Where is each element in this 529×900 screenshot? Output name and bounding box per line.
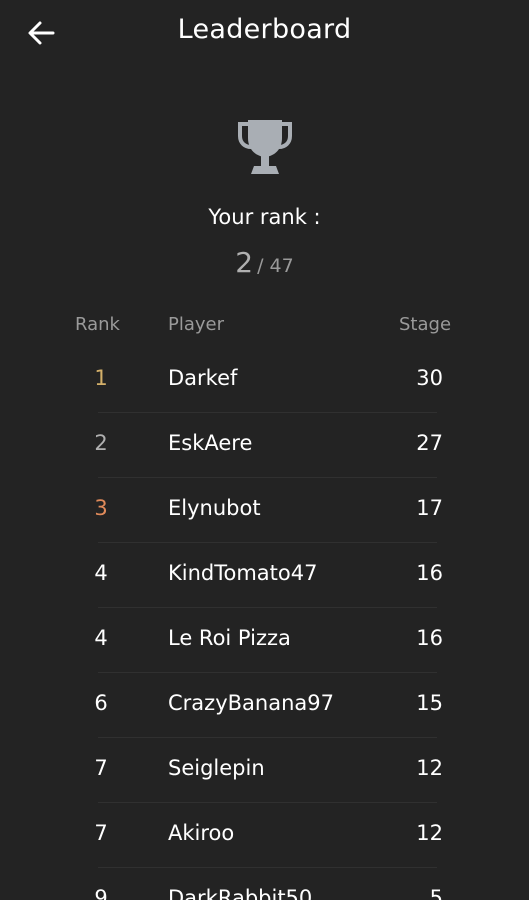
row-rank: 2: [94, 431, 108, 455]
row-rank: 7: [94, 756, 108, 780]
your-rank-label: Your rank :: [208, 205, 321, 229]
your-rank-value: 2/ 47: [0, 246, 529, 279]
row-stage: 27: [416, 431, 443, 455]
row-rank: 4: [94, 561, 108, 585]
row-stage: 16: [416, 626, 443, 650]
table-row: 7 Seiglepin 12: [0, 738, 529, 803]
table-row: 6 CrazyBanana97 15: [0, 673, 529, 738]
row-rank: 3: [94, 496, 108, 520]
row-stage: 12: [416, 756, 443, 780]
row-stage: 30: [416, 366, 443, 390]
column-header-player: Player: [168, 314, 225, 335]
leaderboard-screen: Leaderboard Your rank : 2/ 47 Rank Playe…: [0, 0, 529, 900]
row-player: CrazyBanana97: [168, 691, 334, 715]
row-stage: 15: [416, 691, 443, 715]
row-rank: 4: [94, 626, 108, 650]
row-stage: 12: [416, 821, 443, 845]
row-stage: 16: [416, 561, 443, 585]
table-row: 1 Darkef 30: [0, 348, 529, 413]
table-row: 3 Elynubot 17: [0, 478, 529, 543]
table-row: 2 EskAere 27: [0, 413, 529, 478]
row-player: Akiroo: [168, 821, 235, 845]
trophy-icon: [238, 120, 292, 174]
row-player: DarkRabbit50: [168, 886, 313, 900]
row-player: Le Roi Pizza: [168, 626, 291, 650]
row-player: EskAere: [168, 431, 253, 455]
row-player: Elynubot: [168, 496, 261, 520]
column-header-rank: Rank: [75, 314, 120, 335]
table-row: 4 Le Roi Pizza 16: [0, 608, 529, 673]
row-rank: 9: [94, 886, 108, 900]
row-rank: 6: [94, 691, 108, 715]
table-row: 9 DarkRabbit50 5: [0, 868, 529, 900]
app-bar: Leaderboard: [0, 0, 529, 66]
table-header: Rank Player Stage: [0, 314, 529, 338]
rank-number: 2: [235, 246, 254, 279]
rank-total: / 47: [257, 255, 294, 277]
leaderboard-list: 1 Darkef 30 2 EskAere 27 3 Elynubot 17 4…: [0, 348, 529, 900]
table-row: 4 KindTomato47 16: [0, 543, 529, 608]
column-header-stage: Stage: [399, 314, 452, 335]
table-row: 7 Akiroo 12: [0, 803, 529, 868]
row-player: KindTomato47: [168, 561, 318, 585]
row-stage: 17: [416, 496, 443, 520]
row-player: Seiglepin: [168, 756, 265, 780]
row-rank: 7: [94, 821, 108, 845]
row-stage: 5: [429, 886, 443, 900]
row-player: Darkef: [168, 366, 238, 390]
row-rank: 1: [94, 366, 108, 390]
page-title: Leaderboard: [177, 14, 352, 45]
